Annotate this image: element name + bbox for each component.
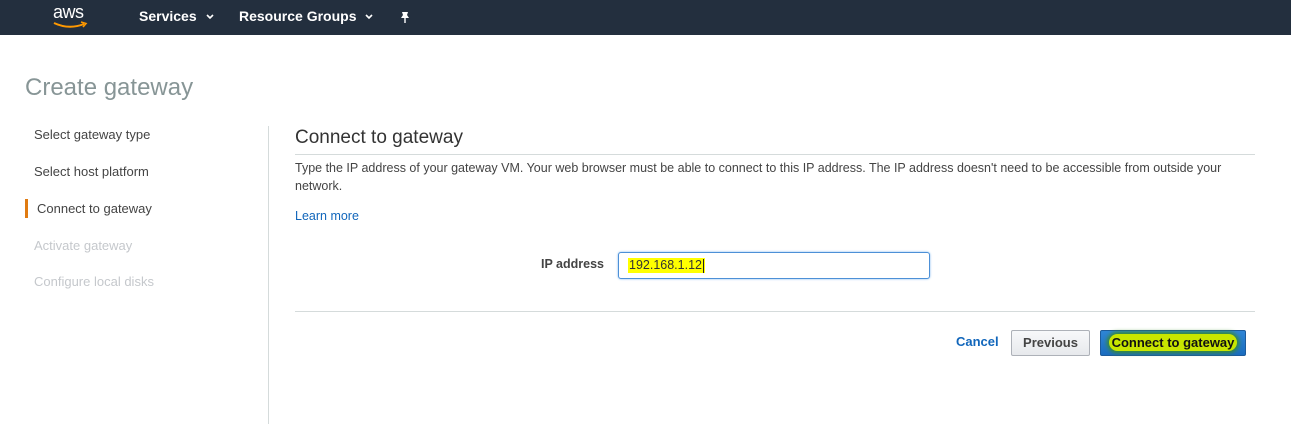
sidebar-divider [268, 126, 269, 424]
resource-groups-label: Resource Groups [239, 8, 357, 24]
previous-button[interactable]: Previous [1011, 330, 1090, 356]
pin-icon[interactable] [398, 10, 412, 24]
active-step-indicator [25, 199, 28, 218]
step-configure-local-disks: Configure local disks [34, 274, 154, 289]
resource-groups-menu[interactable]: Resource Groups [239, 8, 374, 24]
ip-address-input[interactable]: 192.168.1.12 [618, 252, 930, 279]
top-navigation-bar: aws Services Resource Groups [0, 0, 1291, 35]
services-menu[interactable]: Services [139, 8, 215, 24]
chevron-down-icon [206, 14, 214, 20]
services-label: Services [139, 8, 197, 24]
learn-more-link[interactable]: Learn more [295, 209, 359, 223]
aws-smile-icon [53, 21, 88, 28]
connect-to-gateway-label: Connect to gateway [1108, 334, 1238, 351]
step-select-gateway-type[interactable]: Select gateway type [34, 127, 150, 142]
aws-logo[interactable]: aws [51, 2, 93, 32]
step-activate-gateway: Activate gateway [34, 238, 133, 253]
step-select-host-platform[interactable]: Select host platform [34, 164, 149, 179]
ip-address-label: IP address [541, 257, 605, 271]
text-cursor [703, 258, 704, 273]
chevron-down-icon [365, 14, 374, 20]
step-connect-to-gateway[interactable]: Connect to gateway [37, 201, 152, 216]
description-text: Type the IP address of your gateway VM. … [295, 161, 1222, 193]
connect-to-gateway-button[interactable]: Connect to gateway [1100, 330, 1246, 356]
page-title: Create gateway [25, 74, 194, 101]
cancel-button[interactable]: Cancel [956, 334, 999, 349]
ip-address-text: 192.168.1.12 [629, 258, 702, 272]
ip-address-value: 192.168.1.12 [628, 258, 705, 273]
footer-divider [295, 311, 1255, 312]
section-title: Connect to gateway [295, 127, 463, 148]
section-title-divider [295, 154, 1255, 155]
